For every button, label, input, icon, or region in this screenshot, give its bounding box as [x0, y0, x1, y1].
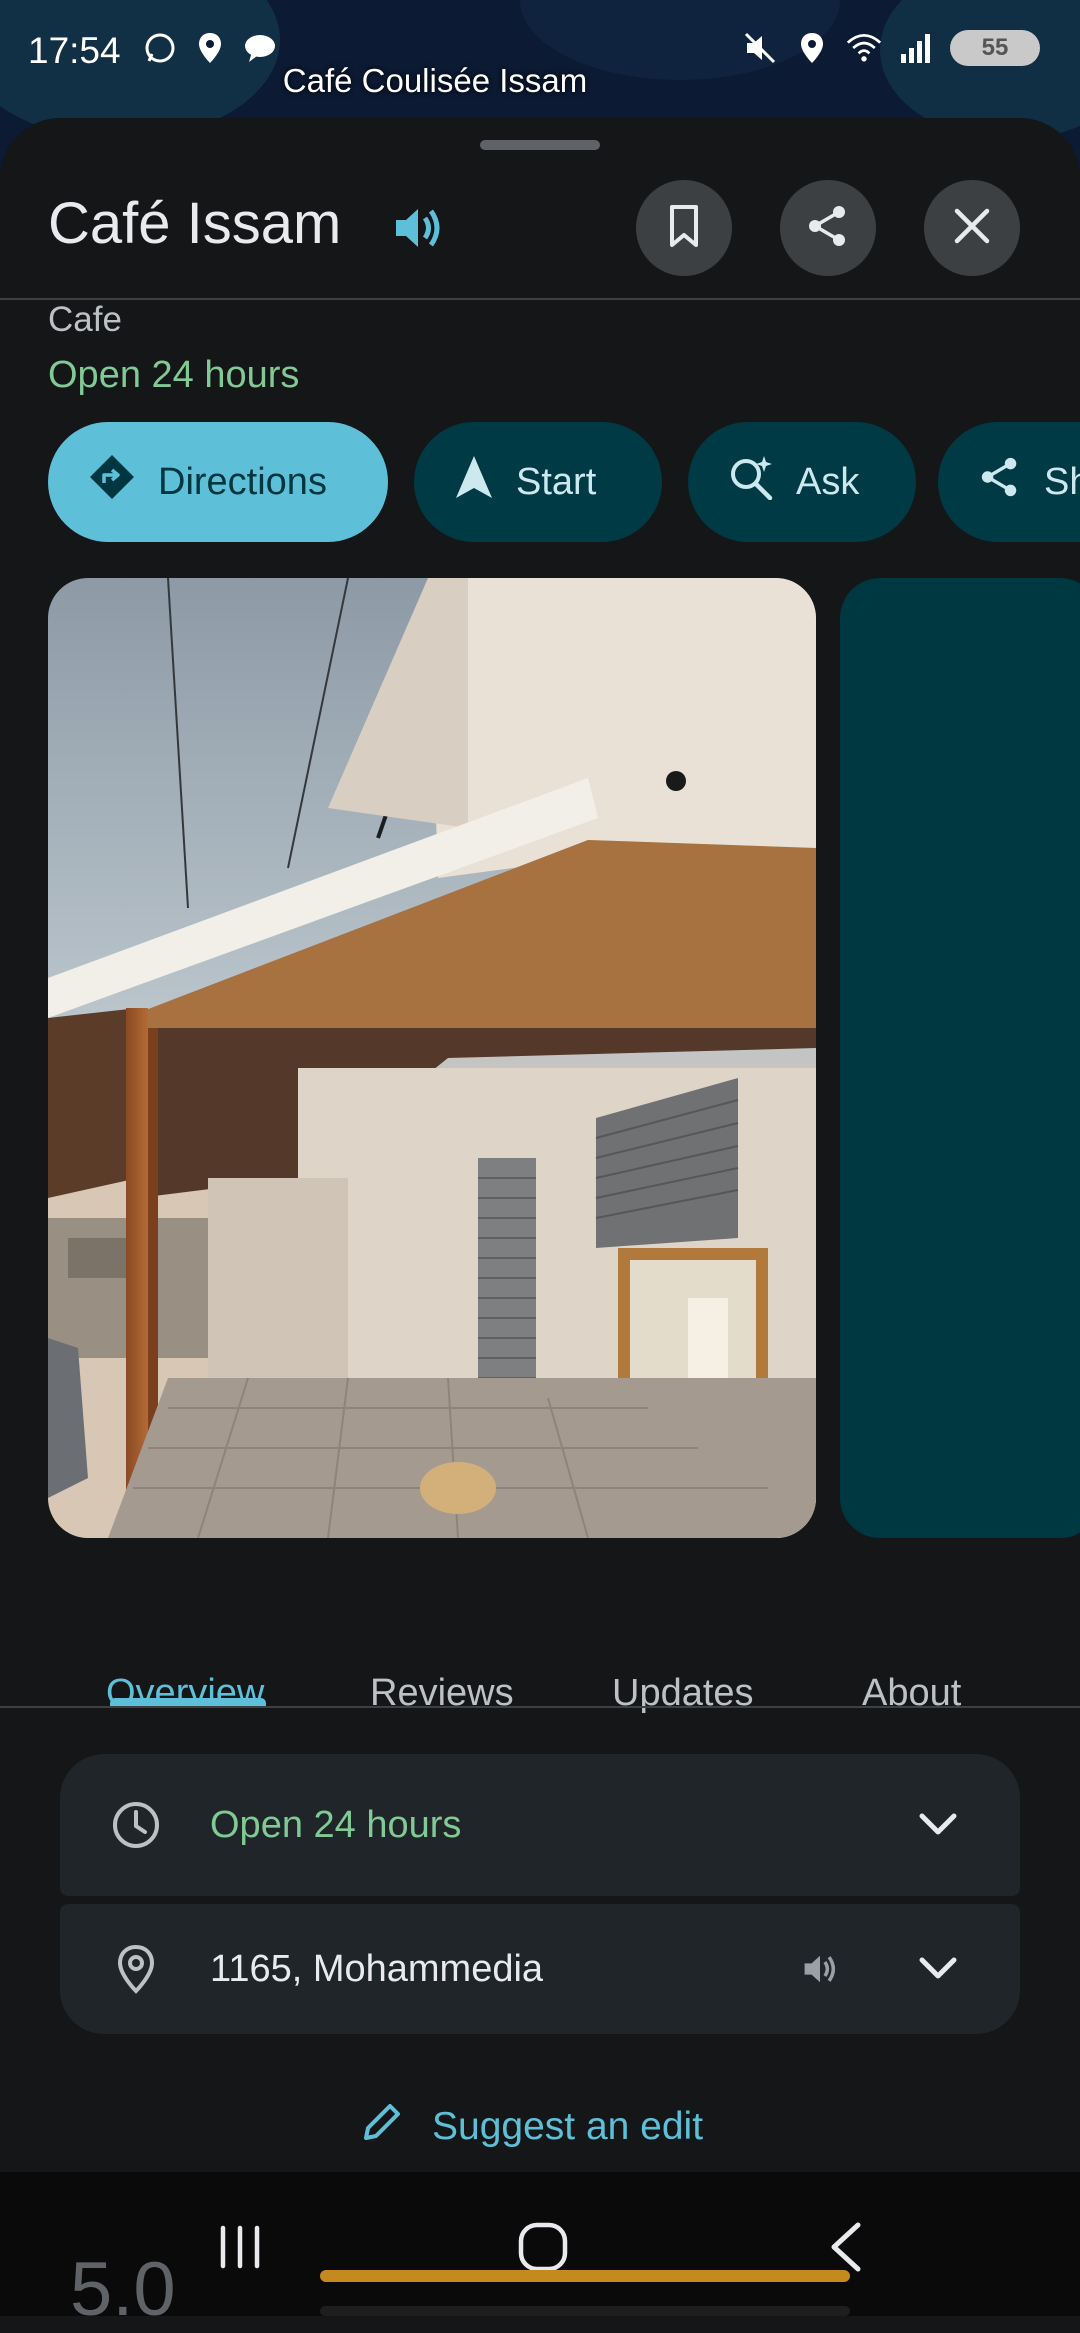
ask-sparkle-search-icon [728, 454, 774, 510]
share-chip-button[interactable]: Share [938, 422, 1080, 542]
close-button[interactable] [924, 180, 1020, 276]
gesture-bar [320, 2270, 850, 2282]
drag-handle[interactable] [480, 140, 600, 150]
address-row[interactable]: 1165, Mohammedia [60, 1904, 1020, 2034]
action-chips: Directions Start Ask Share [48, 422, 1080, 542]
directions-button[interactable]: Directions [48, 422, 388, 542]
start-label: Start [516, 460, 597, 503]
start-button[interactable]: Start [414, 422, 662, 542]
share-chip-label: Share [1044, 460, 1080, 503]
save-button[interactable] [636, 180, 732, 276]
suggest-edit-label: Suggest an edit [432, 2105, 704, 2148]
signal-icon [898, 30, 934, 66]
speaker-icon[interactable] [388, 198, 448, 258]
suggest-edit-link[interactable]: Suggest an edit [360, 2100, 703, 2154]
battery-indicator: 55 [950, 30, 1040, 66]
navigation-arrow-icon [454, 454, 494, 510]
map-place-label: Café Coulisée Issam [282, 62, 588, 99]
hours-row[interactable]: Open 24 hours [60, 1754, 1020, 1896]
location-icon [192, 30, 228, 66]
place-sheet: Café Issam Cafe Open 24 hours Directions [0, 118, 1080, 2198]
clock-icon [108, 1797, 164, 1853]
pencil-icon [360, 2100, 404, 2154]
hours-text: Open 24 hours [210, 1803, 462, 1846]
wifi-icon [846, 30, 882, 66]
speaker-icon[interactable] [796, 1945, 844, 1993]
tab-reviews[interactable]: Reviews [370, 1672, 514, 1715]
tab-about[interactable]: About [862, 1672, 961, 1715]
bookmark-icon [664, 204, 704, 253]
directions-label: Directions [158, 460, 327, 503]
chat-bubble-icon [242, 30, 278, 66]
mute-icon [742, 30, 778, 66]
location-pin-icon [108, 1941, 164, 1997]
place-title: Café Issam [48, 191, 342, 256]
share-icon [805, 203, 851, 254]
share-button[interactable] [780, 180, 876, 276]
tab-overview[interactable]: Overview [106, 1672, 264, 1715]
place-category: Cafe [48, 300, 122, 339]
chevron-down-icon[interactable] [912, 1799, 964, 1851]
rating-peek: 5.0 [70, 2247, 176, 2332]
next-photo-placeholder[interactable] [840, 578, 1080, 1538]
address-text: 1165, Mohammedia [210, 1947, 544, 1990]
place-photo[interactable] [48, 578, 816, 1538]
tabs-divider [0, 1706, 1080, 1708]
location-icon [794, 30, 830, 66]
gesture-bar-shadow [320, 2306, 850, 2316]
whatsapp-icon [142, 30, 178, 66]
header-divider [0, 298, 1080, 300]
directions-icon [88, 453, 136, 511]
recent-apps-button[interactable] [200, 2212, 280, 2282]
place-tabs: Overview Reviews Updates About [0, 1648, 1080, 1768]
ask-label: Ask [796, 460, 860, 503]
open-status: Open 24 hours [48, 354, 300, 396]
ask-button[interactable]: Ask [688, 422, 916, 542]
tab-updates[interactable]: Updates [612, 1672, 754, 1715]
close-icon [952, 206, 992, 251]
chevron-down-icon[interactable] [912, 1943, 964, 1995]
share-icon [978, 455, 1022, 509]
